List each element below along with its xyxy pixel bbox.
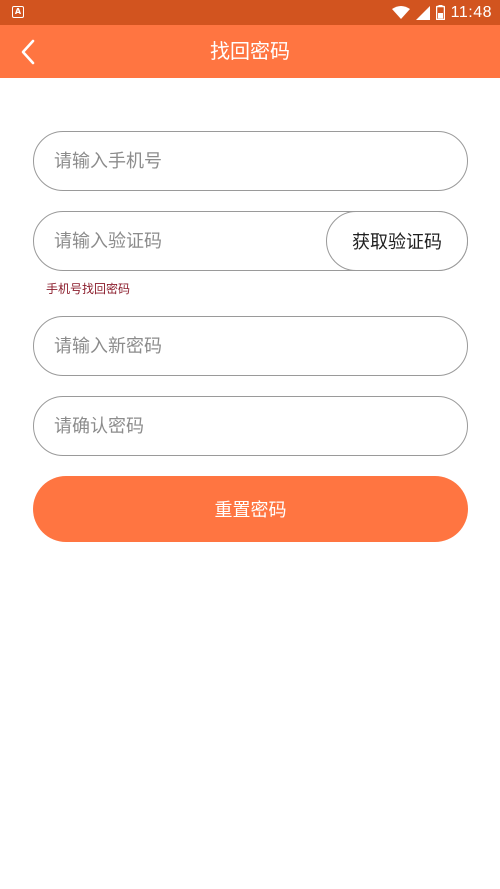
phone-recovery-link[interactable]: 手机号找回密码 [46, 280, 130, 297]
app-notification-icon: A [12, 6, 24, 18]
status-bar: A 11:48 [0, 0, 500, 25]
reset-password-button[interactable]: 重置密码 [33, 476, 468, 542]
status-right: 11:48 [391, 0, 492, 25]
new-password-input[interactable] [54, 317, 449, 375]
chevron-left-icon [21, 39, 35, 65]
get-code-button[interactable]: 获取验证码 [326, 211, 468, 271]
phone-input[interactable] [54, 132, 449, 190]
page-title: 找回密码 [210, 39, 290, 63]
code-input[interactable] [54, 212, 314, 270]
code-field: 获取验证码 [33, 211, 468, 271]
back-button[interactable] [8, 32, 48, 72]
status-time: 11:48 [450, 3, 492, 21]
app-bar: 找回密码 [0, 25, 500, 78]
battery-icon [435, 5, 445, 20]
confirm-password-input[interactable] [54, 397, 449, 455]
new-password-field [33, 316, 468, 376]
wifi-icon [391, 5, 410, 19]
phone-field [33, 131, 468, 191]
signal-icon [415, 5, 430, 20]
confirm-password-field [33, 396, 468, 456]
